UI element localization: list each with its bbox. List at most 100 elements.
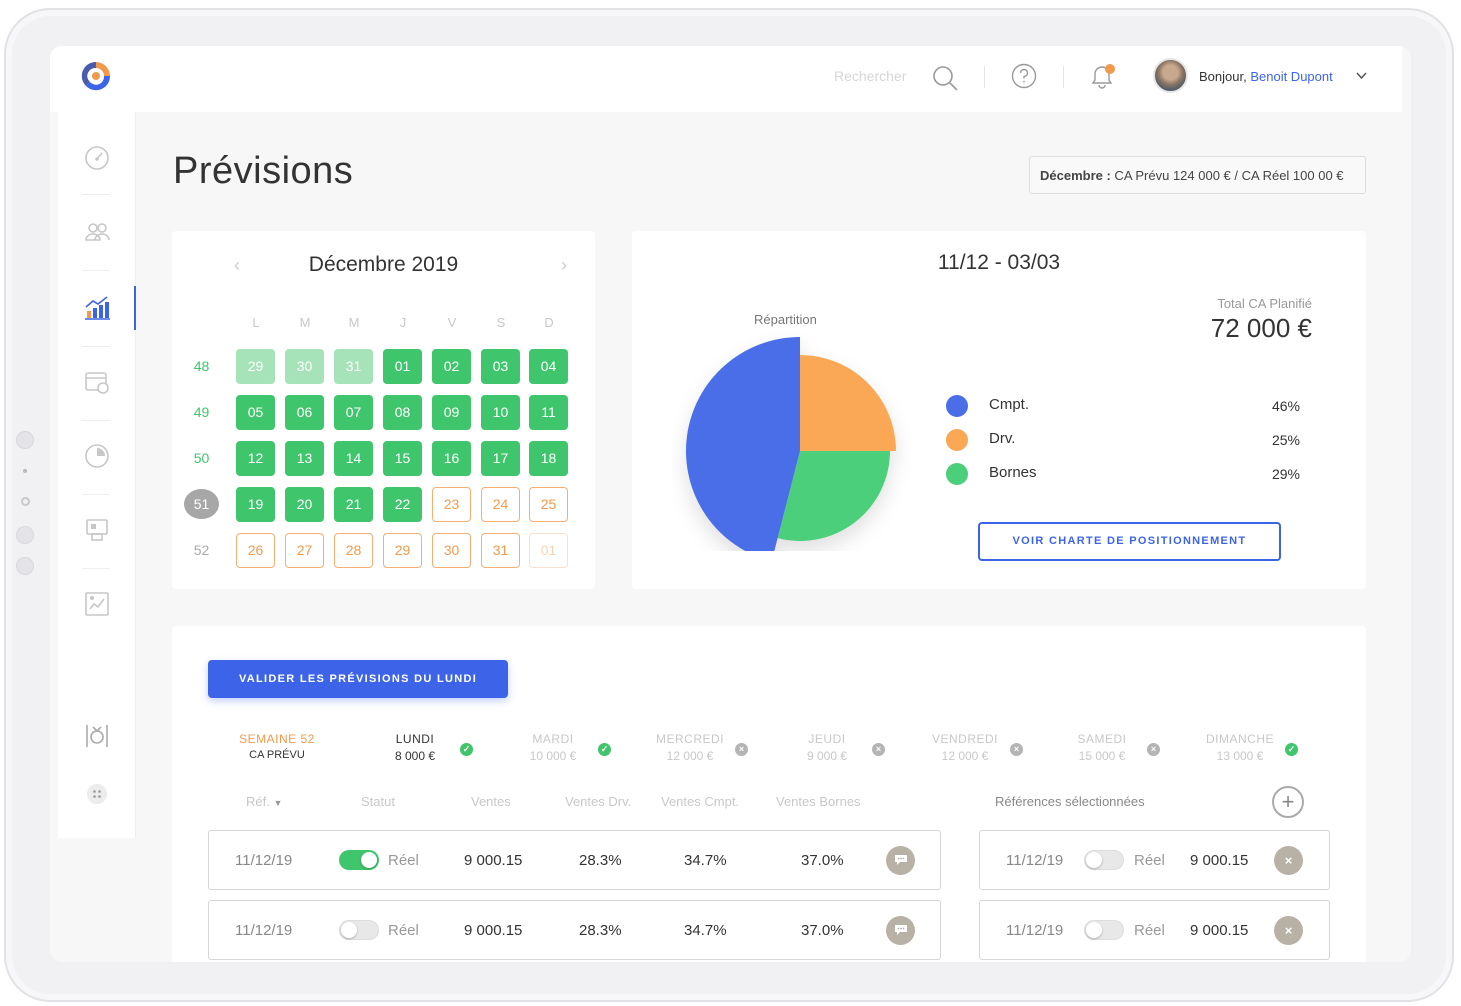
calendar-day[interactable]: 13: [285, 441, 324, 476]
calendar-day[interactable]: 21: [334, 487, 373, 522]
week-number[interactable]: 49: [184, 404, 219, 420]
app-screen: Rechercher Bonjour, Benoit Dupont Prévis…: [50, 46, 1411, 962]
calendar-day[interactable]: 29: [236, 349, 275, 384]
week-number[interactable]: 48: [184, 358, 219, 374]
day-header[interactable]: MARDI 10 000 €: [493, 732, 613, 763]
remove-icon[interactable]: ×: [1274, 846, 1303, 875]
status-toggle[interactable]: [339, 920, 379, 940]
status-toggle[interactable]: [1084, 850, 1124, 870]
legend-label: Drv.: [989, 430, 1016, 447]
calendar-day[interactable]: 24: [481, 487, 520, 522]
apps-grid-icon[interactable]: [83, 780, 111, 808]
legend-percent: 29%: [1271, 466, 1300, 482]
table-row[interactable]: 11/12/19 Réel 9 000.15 28.3% 34.7% 37.0%: [208, 900, 941, 960]
device-dot: [23, 469, 27, 473]
avatar[interactable]: [1153, 58, 1188, 93]
calendar-day[interactable]: 30: [285, 349, 324, 384]
table-row[interactable]: 11/12/19 Réel 9 000.15 28.3% 34.7% 37.0%: [208, 830, 941, 890]
col-ventes: Ventes: [471, 794, 511, 809]
col-ref[interactable]: Réf. ▼: [246, 794, 282, 809]
help-icon[interactable]: [1011, 63, 1037, 89]
check-icon: ✓: [1285, 743, 1298, 756]
remove-icon[interactable]: ×: [1274, 916, 1303, 945]
status-toggle[interactable]: [1084, 920, 1124, 940]
calendar-day[interactable]: 31: [481, 533, 520, 568]
calendar-day[interactable]: 25: [529, 487, 568, 522]
day-name: JEUDI: [808, 732, 846, 746]
day-header[interactable]: VENDREDI 12 000 €: [905, 732, 1025, 763]
legend-dot: [946, 463, 968, 485]
sort-caret-icon[interactable]: ▼: [273, 798, 282, 808]
chevron-down-icon[interactable]: [1356, 72, 1367, 80]
calendar-day[interactable]: 12: [236, 441, 275, 476]
row-ventes-cmpt: 34.7%: [684, 922, 727, 939]
calendar-day[interactable]: 30: [432, 533, 471, 568]
calendar-day[interactable]: 31: [334, 349, 373, 384]
user-greeting[interactable]: Bonjour, Benoit Dupont: [1199, 69, 1333, 84]
week-number[interactable]: 52: [184, 542, 219, 558]
col-statut: Statut: [361, 794, 395, 809]
calendar-day[interactable]: 07: [334, 395, 373, 430]
calendar-day[interactable]: 20: [285, 487, 324, 522]
calendar-day[interactable]: 04: [529, 349, 568, 384]
calendar-day[interactable]: 15: [383, 441, 422, 476]
view-positioning-chart-button[interactable]: VOIR CHARTE DE POSITIONNEMENT: [978, 522, 1281, 561]
calendar-day[interactable]: 08: [383, 395, 422, 430]
add-reference-button[interactable]: +: [1272, 786, 1304, 818]
calendar-day[interactable]: 01: [529, 533, 568, 568]
week-number[interactable]: 50: [184, 450, 219, 466]
calendar-day[interactable]: 01: [383, 349, 422, 384]
weekday-label: M: [348, 315, 360, 330]
next-month-arrow[interactable]: ›: [561, 255, 567, 276]
day-header[interactable]: JEUDI 9 000 €: [767, 732, 887, 763]
summary-month: Décembre :: [1040, 168, 1111, 183]
day-header[interactable]: DIMANCHE 13 000 €: [1180, 732, 1300, 763]
comment-icon[interactable]: [886, 916, 915, 945]
forecast-chart-icon[interactable]: [83, 294, 111, 322]
toggle-knob: [1086, 922, 1102, 938]
calendar-day[interactable]: 03: [481, 349, 520, 384]
divider: [82, 568, 110, 569]
row-ventes: 9 000.15: [464, 852, 523, 869]
calendar-day[interactable]: 27: [285, 533, 324, 568]
day-header[interactable]: MERCREDI 12 000 €: [630, 732, 750, 763]
dashboard-gauge-icon[interactable]: [83, 144, 111, 172]
pie-chart-icon[interactable]: [83, 442, 111, 470]
device-button: [16, 526, 34, 544]
calendar-day[interactable]: 22: [383, 487, 422, 522]
calendar-day[interactable]: 11: [529, 395, 568, 430]
notification-bell-icon[interactable]: [1088, 62, 1118, 90]
calendar-day[interactable]: 14: [334, 441, 373, 476]
calendar-day[interactable]: 29: [383, 533, 422, 568]
calendar-day[interactable]: 16: [432, 441, 471, 476]
calendar-day[interactable]: 06: [285, 395, 324, 430]
calendar-day[interactable]: 19: [236, 487, 275, 522]
calendar-day[interactable]: 09: [432, 395, 471, 430]
calendar-clock-icon[interactable]: [83, 368, 111, 396]
calendar-card: ‹ Décembre 2019 › L M M J V S D 48 29 30 31 01 02 03 0…: [172, 231, 595, 589]
status-toggle[interactable]: [339, 850, 379, 870]
weekday-label: J: [399, 315, 407, 330]
selected-reference-row[interactable]: 11/12/19 Réel 9 000.15 ×: [979, 900, 1330, 960]
report-icon[interactable]: [83, 590, 111, 618]
calendar-day[interactable]: 26: [236, 533, 275, 568]
selected-reference-row[interactable]: 11/12/19 Réel 9 000.15 ×: [979, 830, 1330, 890]
users-icon[interactable]: [83, 218, 111, 246]
search-icon[interactable]: [931, 64, 959, 92]
calendar-day[interactable]: 28: [334, 533, 373, 568]
device-button: [16, 557, 34, 575]
calendar-day[interactable]: 17: [481, 441, 520, 476]
day-header[interactable]: LUNDI 8 000 €: [355, 732, 475, 763]
calendar-day[interactable]: 02: [432, 349, 471, 384]
restaurant-icon[interactable]: [83, 722, 111, 750]
week-number[interactable]: 51: [184, 489, 219, 519]
comment-icon[interactable]: [886, 846, 915, 875]
calendar-day[interactable]: 10: [481, 395, 520, 430]
calendar-day[interactable]: 18: [529, 441, 568, 476]
validate-forecast-button[interactable]: VALIDER LES PRÉVISIONS DU LUNDI: [208, 660, 508, 698]
kiosk-icon[interactable]: [83, 516, 111, 544]
search-input[interactable]: Rechercher: [834, 68, 906, 84]
day-header[interactable]: SAMEDI 15 000 €: [1042, 732, 1162, 763]
calendar-day[interactable]: 23: [432, 487, 471, 522]
calendar-day[interactable]: 05: [236, 395, 275, 430]
